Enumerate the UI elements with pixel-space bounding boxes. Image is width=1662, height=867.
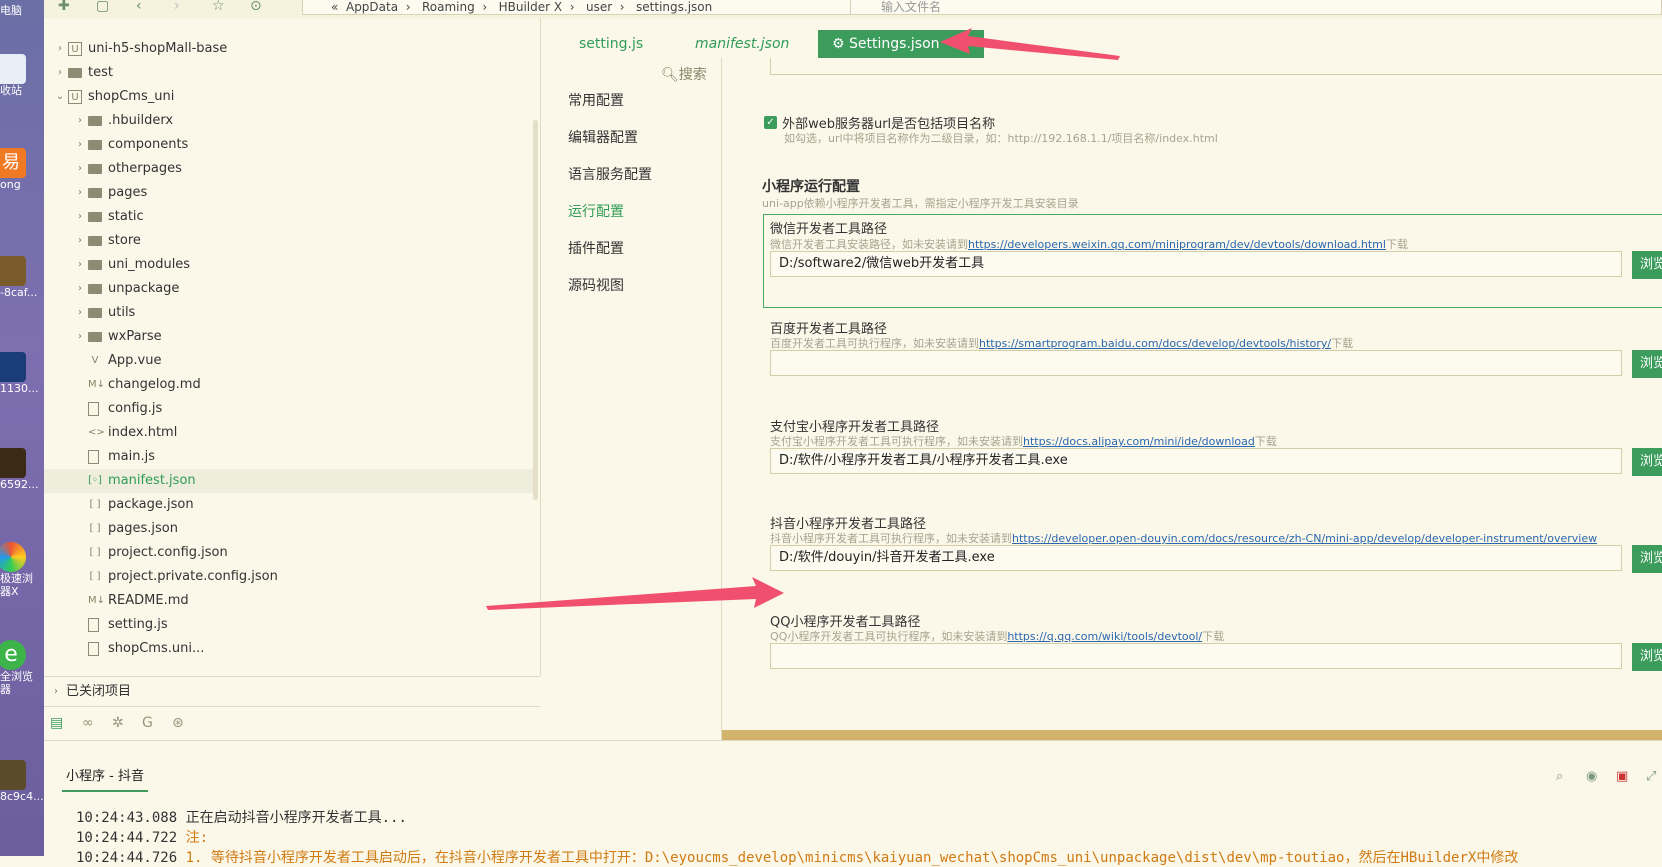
annotation-arrows [486,28,1120,610]
annotation-arrow-input [486,577,784,610]
annotation-arrow-tab [940,28,1120,60]
